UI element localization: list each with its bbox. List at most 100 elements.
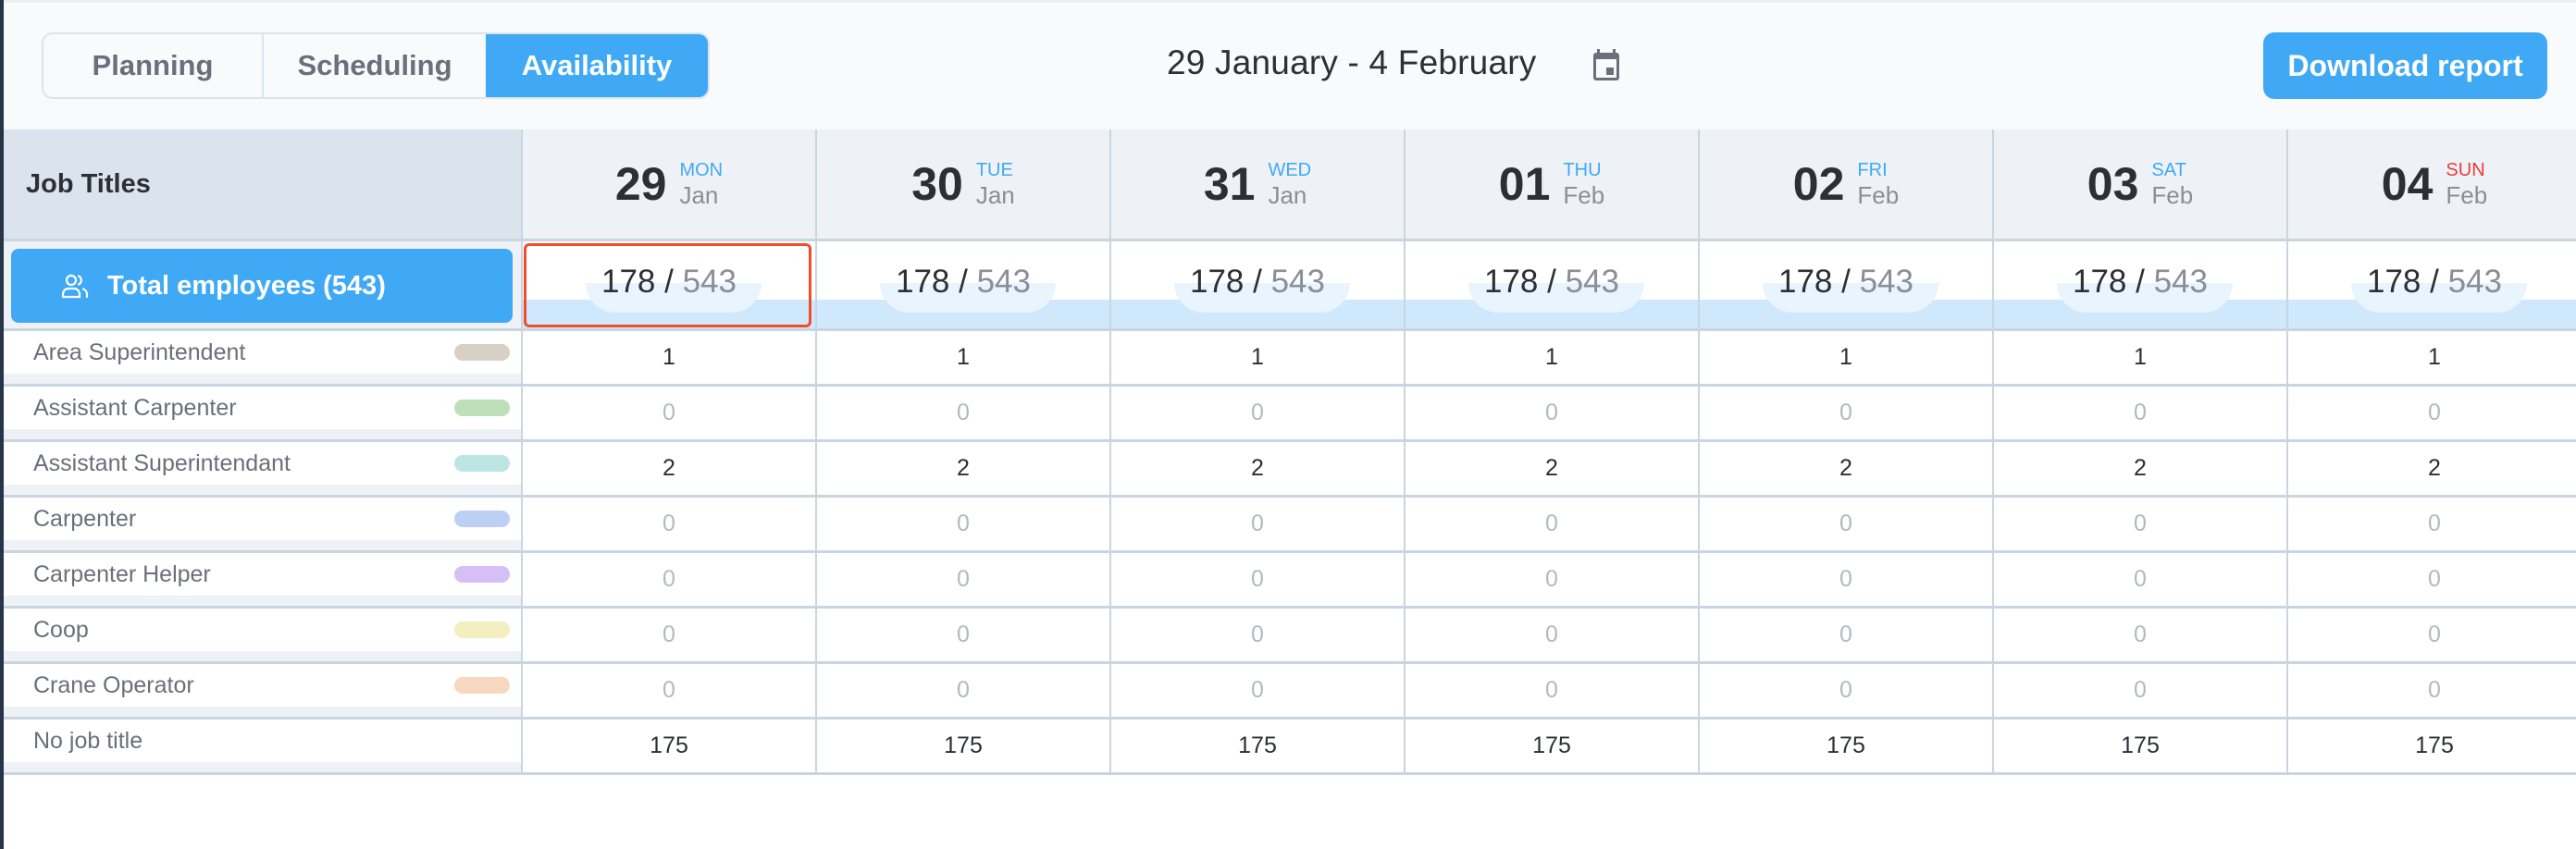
availability-count-cell[interactable]: 0 [1109,609,1404,661]
availability-count-cell[interactable]: 1 [1992,331,2286,384]
availability-count-cell[interactable]: 0 [1698,664,1992,717]
availability-count-cell[interactable]: 175 [1109,720,1404,772]
availability-count-cell[interactable]: 0 [815,498,1109,550]
job-title-cell[interactable]: No job title [4,720,521,772]
availability-count-cell[interactable]: 0 [1698,609,1992,661]
tab-scheduling[interactable]: Scheduling [264,34,486,97]
availability-count-cell[interactable]: 0 [1992,553,2286,606]
availability-count-cell[interactable]: 0 [1404,609,1698,661]
job-title-row: Assistant Carpenter 0 0 0 0 0 0 0 [4,384,2576,439]
availability-count-cell[interactable]: 0 [521,664,815,717]
total-employees-row: Total employees (543) 178 / 543 178 / 543… [4,239,2576,328]
availability-count-cell[interactable]: 0 [2286,609,2576,661]
availability-count-cell[interactable]: 0 [521,609,815,661]
availability-count-cell[interactable]: 0 [1992,609,2286,661]
total-availability-cell[interactable]: 178 / 543 [521,241,815,328]
day-header: 31 WED Jan [1109,129,1404,239]
availability-count-cell[interactable]: 2 [1109,442,1404,495]
job-title-label: Area Superintendent [33,338,246,365]
total-employees-button[interactable]: Total employees (543) [11,249,513,323]
availability-count-cell[interactable]: 0 [1404,553,1698,606]
availability-value: 178 / 543 [2073,264,2208,300]
availability-count-cell[interactable]: 1 [2286,331,2576,384]
availability-count-cell[interactable]: 0 [815,664,1109,717]
availability-count-cell[interactable]: 0 [815,553,1109,606]
download-report-button[interactable]: Download report [2263,32,2547,99]
availability-count-cell[interactable]: 2 [1992,442,2286,495]
job-title-label: Carpenter Helper [33,560,211,587]
tab-planning[interactable]: Planning [43,34,264,97]
availability-count-cell[interactable]: 0 [521,387,815,439]
job-title-cell[interactable]: Area Superintendent [4,331,521,384]
job-title-row: Area Superintendent 1 1 1 1 1 1 1 [4,328,2576,384]
availability-count-cell[interactable]: 0 [521,498,815,550]
availability-value: 178 / 543 [601,264,737,300]
job-title-cell[interactable]: Carpenter Helper [4,553,521,606]
availability-count-cell[interactable]: 0 [2286,664,2576,717]
availability-count-cell[interactable]: 0 [1109,498,1404,550]
availability-count-cell[interactable]: 0 [1109,553,1404,606]
job-title-cell[interactable]: Carpenter [4,498,521,550]
total-availability-cell[interactable]: 178 / 543 [1992,241,2286,328]
availability-count-cell[interactable]: 0 [1109,664,1404,717]
total-availability-cell[interactable]: 178 / 543 [815,241,1109,328]
availability-count-cell[interactable]: 2 [521,442,815,495]
day-header: 02 FRI Feb [1698,129,1992,239]
availability-count-cell[interactable]: 1 [1109,331,1404,384]
day-meta: FRI Feb [1857,161,1899,207]
availability-count-cell[interactable]: 0 [1404,664,1698,717]
job-title-cell[interactable]: Crane Operator [4,664,521,717]
availability-count-cell[interactable]: 2 [1404,442,1698,495]
job-title-cell-inner: Assistant Superintendant [4,442,521,485]
availability-count-cell[interactable]: 175 [1992,720,2286,772]
calendar-icon[interactable] [1592,48,1620,81]
availability-count-cell[interactable]: 0 [1698,387,1992,439]
job-color-swatch [454,455,510,472]
availability-count-cell[interactable]: 2 [2286,442,2576,495]
availability-count-cell[interactable]: 1 [1698,331,1992,384]
tab-availability[interactable]: Availability [486,34,708,97]
view-tabs: Planning Scheduling Availability [42,32,710,99]
job-title-cell[interactable]: Coop [4,609,521,661]
availability-count-cell[interactable]: 1 [521,331,815,384]
day-of-week: THU [1563,160,1602,180]
total-count: 543 [976,264,1031,300]
availability-count-cell[interactable]: 175 [1698,720,1992,772]
date-range-label: 29 January - 4 February [1167,43,1537,81]
job-color-swatch [454,511,510,527]
available-count: 178 [1190,264,1245,300]
total-availability-cell[interactable]: 178 / 543 [2286,241,2576,328]
availability-count-cell[interactable]: 0 [1992,387,2286,439]
availability-count-cell[interactable]: 1 [1404,331,1698,384]
availability-count-cell[interactable]: 2 [1698,442,1992,495]
availability-count-cell[interactable]: 0 [815,609,1109,661]
availability-count-cell[interactable]: 0 [1109,387,1404,439]
availability-count-cell[interactable]: 0 [2286,498,2576,550]
availability-count-cell[interactable]: 0 [2286,553,2576,606]
availability-count-cell[interactable]: 0 [1992,498,2286,550]
availability-count-cell[interactable]: 175 [1404,720,1698,772]
availability-count-cell[interactable]: 175 [2286,720,2576,772]
job-title-cell-inner: Crane Operator [4,664,521,707]
availability-count-cell[interactable]: 0 [1992,664,2286,717]
total-availability-cell[interactable]: 178 / 543 [1404,241,1698,328]
availability-count-cell[interactable]: 0 [521,553,815,606]
availability-value: 178 / 543 [2367,264,2502,300]
availability-count-cell[interactable]: 0 [815,387,1109,439]
availability-count-cell[interactable]: 0 [2286,387,2576,439]
availability-count-cell[interactable]: 0 [1404,498,1698,550]
availability-count-cell[interactable]: 2 [815,442,1109,495]
availability-count-cell[interactable]: 175 [521,720,815,772]
job-title-cell[interactable]: Assistant Superintendant [4,442,521,495]
availability-count-cell[interactable]: 0 [1404,387,1698,439]
availability-count-cell[interactable]: 0 [1698,553,1992,606]
day-number: 02 [1792,158,1845,210]
job-title-cell[interactable]: Assistant Carpenter [4,387,521,439]
day-month: Feb [1857,181,1900,209]
total-availability-cell[interactable]: 178 / 543 [1698,241,1992,328]
availability-count-cell[interactable]: 175 [815,720,1109,772]
availability-count-cell[interactable]: 0 [1698,498,1992,550]
availability-count-cell[interactable]: 1 [815,331,1109,384]
total-availability-cell[interactable]: 178 / 543 [1109,241,1404,328]
job-titles-header: Job Titles [4,129,521,239]
